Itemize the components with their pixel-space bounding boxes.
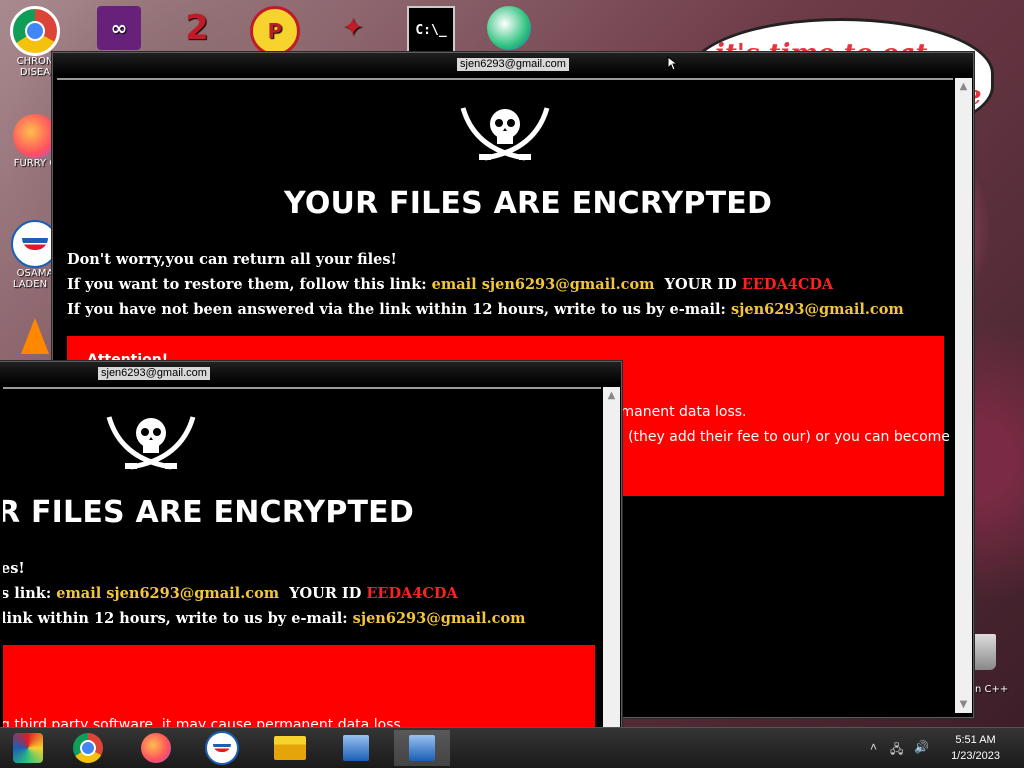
taskbar: ˄ 🖧 🔊 5:51 AM 1/23/2023: [0, 727, 1024, 768]
taskbar-clock[interactable]: 5:51 AM 1/23/2023: [951, 732, 1000, 764]
window-content: R FILES ARE ENCRYPTED es! s link: email …: [3, 387, 601, 738]
id-label: YOUR ID: [289, 585, 362, 602]
vertical-scrollbar[interactable]: ▲: [603, 387, 620, 738]
window-titlebar[interactable]: sjen6293@gmail.com: [53, 53, 973, 75]
firefox-icon: [13, 114, 57, 158]
scroll-down-arrow-icon[interactable]: ▼: [955, 696, 972, 713]
vlc-icon: [21, 318, 49, 354]
scroll-up-arrow-icon[interactable]: ▲: [955, 78, 972, 95]
contact-email-link[interactable]: email sjen6293@gmail.com: [432, 276, 655, 293]
visual-studio-icon: ∞: [97, 6, 141, 50]
taskbar-button-file-explorer[interactable]: [262, 730, 318, 766]
vertical-scrollbar[interactable]: ▲ ▼: [955, 78, 972, 713]
backup-email[interactable]: sjen6293@gmail.com: [731, 301, 904, 318]
window-title: sjen6293@gmail.com: [457, 57, 569, 71]
firefox-icon: [141, 733, 171, 763]
attention-line-1: rmanent data loss.: [615, 404, 747, 420]
taskbar-button-app[interactable]: [0, 730, 56, 766]
line3-prefix: link within 12 hours, write to us by e-m…: [3, 610, 348, 627]
victim-id: EEDA4CDA: [741, 276, 834, 293]
clock-date: 1/23/2023: [951, 750, 1000, 762]
pirate-skull-icon: [460, 107, 550, 161]
system-tray: ˄ 🖧 🔊 5:51 AM 1/23/2023: [854, 728, 1024, 768]
taskbar-button-installer-1[interactable]: [328, 730, 384, 766]
headline: R FILES ARE ENCRYPTED: [3, 495, 414, 530]
clock-time: 5:51 AM: [955, 734, 996, 746]
line2-prefix: s link:: [3, 585, 52, 602]
id-label: YOUR ID: [664, 276, 737, 293]
message-line-2: s link: email sjen6293@gmail.com YOUR ID…: [3, 585, 458, 602]
line2-prefix: If you want to restore them, follow this…: [67, 276, 427, 293]
taskbar-button-installer-2[interactable]: [394, 730, 450, 766]
message-line-2: If you want to restore them, follow this…: [67, 276, 833, 293]
taskbar-button-obama[interactable]: [194, 730, 250, 766]
wolf-icon: ✦: [342, 13, 364, 43]
desktop-right-label: n C++: [975, 684, 1009, 695]
cmd-icon: C:\_: [407, 6, 455, 54]
ransom-window-front[interactable]: sjen6293@gmail.com R FILES ARE ENCRYPTED…: [0, 361, 622, 743]
desktop-icon-cmd[interactable]: C:\_: [404, 6, 458, 54]
bowling-icon: [487, 6, 531, 50]
desktop-icon-app2[interactable]: 2: [170, 6, 224, 50]
desktop-icon-wolf[interactable]: ✦: [326, 6, 380, 50]
line3-prefix: If you have not been answered via the li…: [67, 301, 726, 318]
contact-email-link[interactable]: email sjen6293@gmail.com: [56, 585, 279, 602]
taskbar-button-chrome[interactable]: [60, 730, 116, 766]
victim-id: EEDA4CDA: [366, 585, 458, 602]
window-title: sjen6293@gmail.com: [98, 366, 210, 380]
scroll-up-arrow-icon[interactable]: ▲: [603, 387, 620, 404]
taskbar-button-firefox[interactable]: [128, 730, 184, 766]
backup-email[interactable]: sjen6293@gmail.com: [353, 610, 526, 627]
volume-icon[interactable]: 🔊: [914, 740, 929, 754]
message-line-1: es!: [3, 560, 25, 577]
installer-icon: [343, 735, 369, 761]
chrome-icon: [73, 733, 103, 763]
installer-icon: [409, 735, 435, 761]
show-hidden-icons-chevron-icon[interactable]: ˄: [870, 740, 877, 754]
window-titlebar[interactable]: sjen6293@gmail.com: [0, 362, 621, 384]
network-icon[interactable]: 🖧: [890, 740, 903, 761]
app-colorful-icon: [13, 733, 43, 763]
desktop-icon-bowling[interactable]: [482, 6, 536, 50]
message-line-1: Don't worry,you can return all your file…: [67, 251, 397, 268]
desktop-icon-p-app[interactable]: P: [248, 6, 302, 56]
mouse-cursor-icon: [667, 55, 679, 71]
pirate-skull-icon: [106, 416, 196, 470]
chrome-icon: [10, 6, 60, 56]
file-explorer-icon: [274, 736, 306, 760]
message-line-3: link within 12 hours, write to us by e-m…: [3, 610, 526, 627]
attention-line-2: e (they add their fee to our) or you can…: [615, 429, 950, 445]
message-line-3: If you have not been answered via the li…: [67, 301, 904, 318]
desktop-icon-visual-studio[interactable]: ∞: [92, 6, 146, 50]
p-app-icon: P: [250, 6, 300, 56]
app-2-icon: 2: [185, 8, 209, 48]
obama-logo-icon: [205, 731, 239, 765]
headline: YOUR FILES ARE ENCRYPTED: [284, 186, 773, 221]
